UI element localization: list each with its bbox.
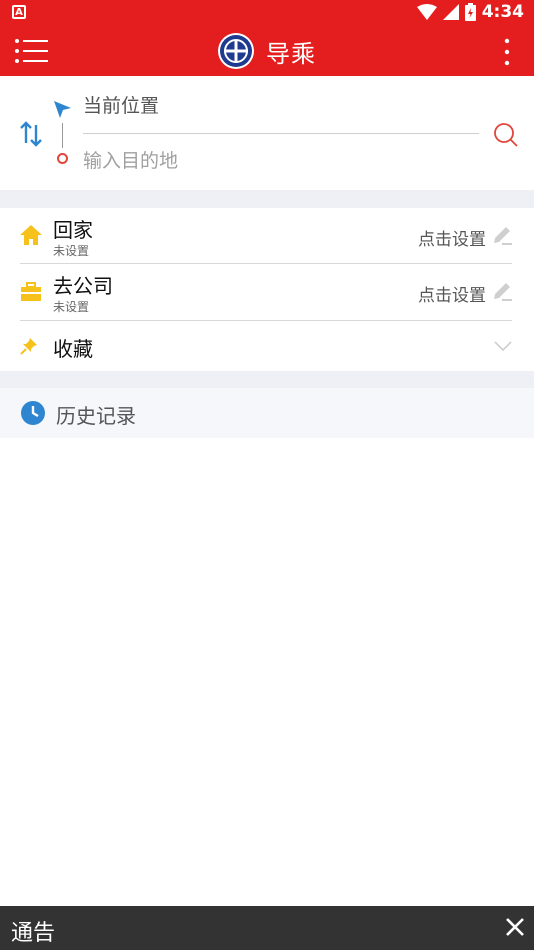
navigation-arrow-icon <box>54 101 71 118</box>
home-status: 未设置 <box>53 244 90 258</box>
notice-label: 通告 <box>11 921 56 946</box>
work-status: 未设置 <box>53 300 90 314</box>
destination-input[interactable]: 输入目的地 <box>83 146 178 173</box>
app-title: 导乘 <box>266 39 316 68</box>
briefcase-icon <box>21 282 41 301</box>
status-time: 4:34 <box>481 2 524 22</box>
chevron-down-icon[interactable] <box>494 340 512 352</box>
status-icons: 4:34 <box>416 2 524 22</box>
pin-icon <box>20 338 37 355</box>
search-icon[interactable] <box>493 122 519 148</box>
home-set-button[interactable]: 点击设置 <box>418 225 486 250</box>
status-bar: A 4:34 <box>0 0 534 26</box>
wifi-icon <box>416 4 437 20</box>
more-options-icon[interactable] <box>502 38 512 66</box>
input-divider <box>83 133 479 134</box>
origin-input[interactable]: 当前位置 <box>83 91 159 118</box>
section-gap <box>0 371 534 388</box>
favorites-row[interactable]: 收藏 <box>0 321 534 371</box>
history-section[interactable]: 历史记录 <box>0 388 534 438</box>
app-bar: 导乘 <box>0 26 534 76</box>
signal-icon <box>442 4 459 20</box>
history-label: 历史记录 <box>56 404 136 428</box>
home-label: 回家 <box>53 218 93 242</box>
edit-icon[interactable] <box>492 225 512 245</box>
edit-icon[interactable] <box>492 281 512 301</box>
home-icon <box>20 225 42 245</box>
section-gap <box>0 190 534 208</box>
route-search-card: 当前位置 输入目的地 <box>0 76 534 190</box>
work-shortcut-row[interactable]: 去公司 未设置 点击设置 <box>0 264 534 320</box>
home-shortcut-row[interactable]: 回家 未设置 点击设置 <box>0 208 534 264</box>
work-set-button[interactable]: 点击设置 <box>418 281 486 306</box>
app-logo <box>218 33 254 69</box>
notice-bar[interactable]: 通告 <box>0 906 534 950</box>
favorites-label: 收藏 <box>53 337 93 361</box>
work-label: 去公司 <box>53 274 113 298</box>
close-icon[interactable] <box>504 916 526 938</box>
destination-dot-icon <box>57 153 68 164</box>
swap-icon[interactable] <box>20 121 42 147</box>
route-connector <box>62 123 63 148</box>
notification-icon: A <box>12 5 26 19</box>
clock-icon <box>21 401 45 425</box>
battery-icon <box>464 3 476 21</box>
